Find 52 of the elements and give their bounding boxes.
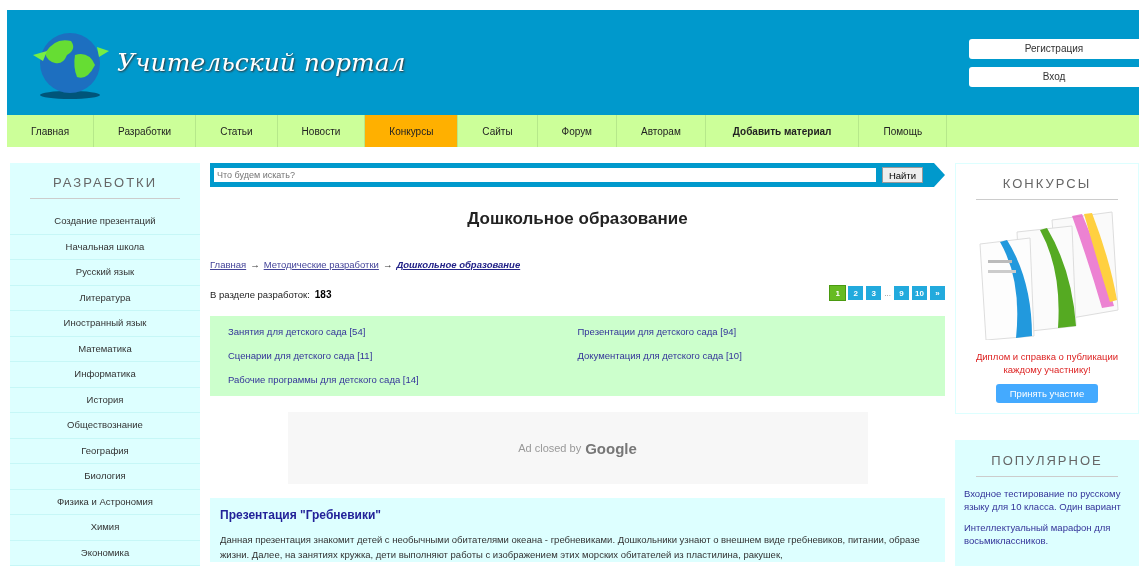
sidebar-item[interactable]: Биология — [10, 464, 200, 490]
nav-item[interactable]: Помощь — [859, 115, 948, 147]
sidebar-item[interactable]: Химия — [10, 515, 200, 541]
subsection-link[interactable]: Документация для детского сада [10] — [577, 344, 927, 368]
popular-link[interactable]: Входное тестирование по русскому языку для 10 класса. Один вариант — [956, 487, 1138, 521]
sidebar-item[interactable]: История — [10, 387, 200, 413]
popular-link[interactable]: Интеллектуальный марафон для восьмиклассников. — [956, 521, 1138, 555]
nav-item[interactable]: Сайты — [458, 115, 538, 147]
subsection-link[interactable]: Рабочие программы для детского сада [14] — [228, 368, 578, 392]
sidebar-item[interactable]: Начальная школа — [10, 234, 200, 260]
ad-brand: Google — [585, 439, 637, 457]
breadcrumb-link[interactable]: Методические разработки — [263, 259, 379, 270]
count-value: 183 — [314, 289, 332, 300]
sidebar-title: РАЗРАБОТКИ — [30, 163, 180, 199]
sidebar-item[interactable]: Иностранный язык — [10, 311, 200, 337]
popular-title: ПОПУЛЯРНОЕ — [976, 441, 1118, 477]
sidebar-item[interactable]: Экономика — [10, 540, 200, 566]
sidebar-item[interactable]: Литература — [10, 285, 200, 311]
ad-text: Ad closed by — [518, 442, 582, 454]
breadcrumb-separator: → — [382, 259, 393, 270]
breadcrumb-link[interactable]: Главная — [210, 259, 247, 270]
site-logo-text: Учительский портал — [117, 48, 406, 77]
nav-item[interactable]: Авторам — [617, 115, 706, 147]
promo-text: Диплом и справка о публикации каждому участнику! — [974, 350, 1120, 376]
sidebar-item[interactable]: География — [10, 438, 200, 464]
breadcrumb-separator: → — [250, 259, 260, 270]
nav-item[interactable]: Конкурсы — [365, 115, 459, 147]
sidebar-item[interactable]: Русский язык — [10, 260, 200, 286]
search-button[interactable]: Найти — [881, 167, 923, 183]
register-button[interactable]: Регистрация — [969, 38, 1139, 59]
sidebar-item[interactable]: Обществознание — [10, 413, 200, 439]
subsection-link[interactable]: Презентации для детского сада [94] — [577, 320, 927, 344]
sidebar-item[interactable]: Физика и Астрономия — [10, 489, 200, 515]
sidebar-item[interactable]: Математика — [10, 336, 200, 362]
article-title[interactable]: Презентация "Гребневики" — [220, 508, 935, 522]
subsection-link[interactable]: Занятия для детского сада [54] — [228, 320, 578, 344]
sidebar-item[interactable]: Информатика — [10, 362, 200, 388]
search-field[interactable]: Что будем искать? — [214, 168, 876, 182]
count-label: В разделе разработок: — [210, 289, 310, 300]
breadcrumb-link[interactable]: Дошкольное образование — [396, 259, 521, 270]
nav-item[interactable]: Статьи — [196, 115, 278, 147]
subsection-link[interactable]: Сценарии для детского сада [11] — [228, 344, 578, 368]
contests-title: КОНКУРСЫ — [976, 164, 1118, 200]
article-text: Данная презентация знакомит детей с необычными обитателями океана - гребневиками. Дошкольники узнают о внешнем виде гребневиков, питании, образе жизни. Далее, на занятиях кружка, дети выполняют работы с изображением этих морских обитателей из пластилина, ракушек, — [220, 533, 921, 562]
nav-item[interactable]: Разработки — [94, 115, 197, 147]
sidebar-item[interactable]: Создание презентаций — [10, 209, 200, 235]
nav-item[interactable]: Главная — [7, 115, 95, 147]
nav-item[interactable]: Форум — [537, 115, 617, 147]
page-title: Дошкольное образование — [466, 209, 689, 229]
nav-item[interactable]: Добавить материал — [705, 115, 860, 147]
login-button[interactable]: Вход — [969, 66, 1139, 87]
pagination-gap: ... — [884, 288, 891, 298]
